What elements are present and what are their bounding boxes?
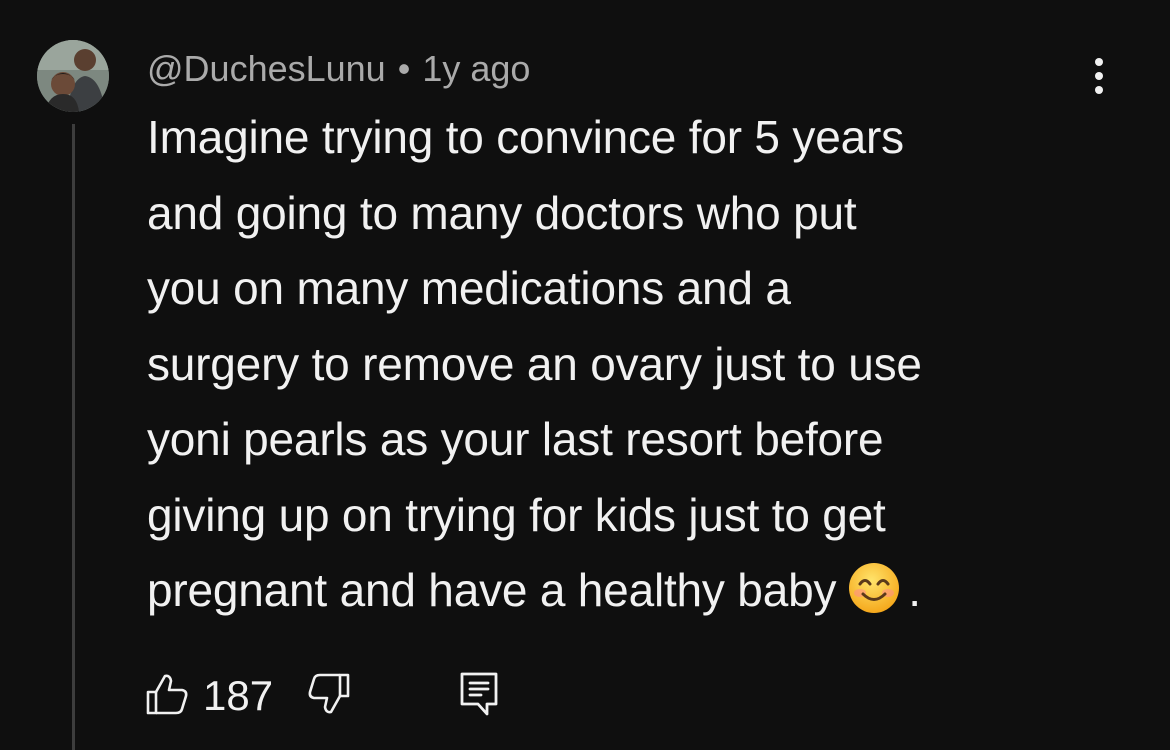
comment-line: pregnant and have a healthy baby	[147, 564, 837, 616]
separator: •	[397, 48, 411, 89]
comment-reply-icon	[459, 671, 499, 722]
comment-actions: 187	[145, 668, 499, 724]
more-vertical-icon[interactable]	[1082, 54, 1116, 98]
like-button[interactable]: 187	[145, 672, 307, 721]
thumbs-up-icon	[145, 672, 189, 721]
author-name[interactable]: @DuchesLunu	[147, 48, 386, 90]
comment-line: you on many medications and a	[147, 262, 791, 314]
comment: @DuchesLunu • 1y ago Imagine trying to c…	[0, 0, 1170, 750]
smiling-face-emoji-icon	[848, 561, 900, 637]
avatar[interactable]	[37, 40, 109, 112]
trailing-punctuation: .	[908, 564, 921, 616]
avatar-photo	[37, 40, 109, 112]
comment-line: giving up on trying for kids just to get	[147, 488, 886, 541]
comment-line: Imagine trying to convince for 5 years	[147, 111, 904, 163]
comment-line: and going to many doctors who put	[147, 186, 857, 239]
comment-text: Imagine trying to convince for 5 years a…	[147, 100, 1107, 637]
thread-line	[72, 124, 75, 750]
comment-line: yoni pearls as your last resort before	[147, 413, 884, 465]
reply-button[interactable]	[459, 671, 499, 722]
comment-line-last: pregnant and have a healthy baby .	[147, 553, 1107, 637]
comment-header: @DuchesLunu • 1y ago	[147, 44, 530, 94]
comment-time[interactable]: 1y ago	[422, 48, 530, 90]
thumbs-down-icon	[307, 672, 351, 721]
like-count: 187	[203, 672, 274, 719]
dislike-button[interactable]	[307, 672, 351, 721]
comment-line: surgery to remove an ovary just to use	[147, 337, 922, 390]
